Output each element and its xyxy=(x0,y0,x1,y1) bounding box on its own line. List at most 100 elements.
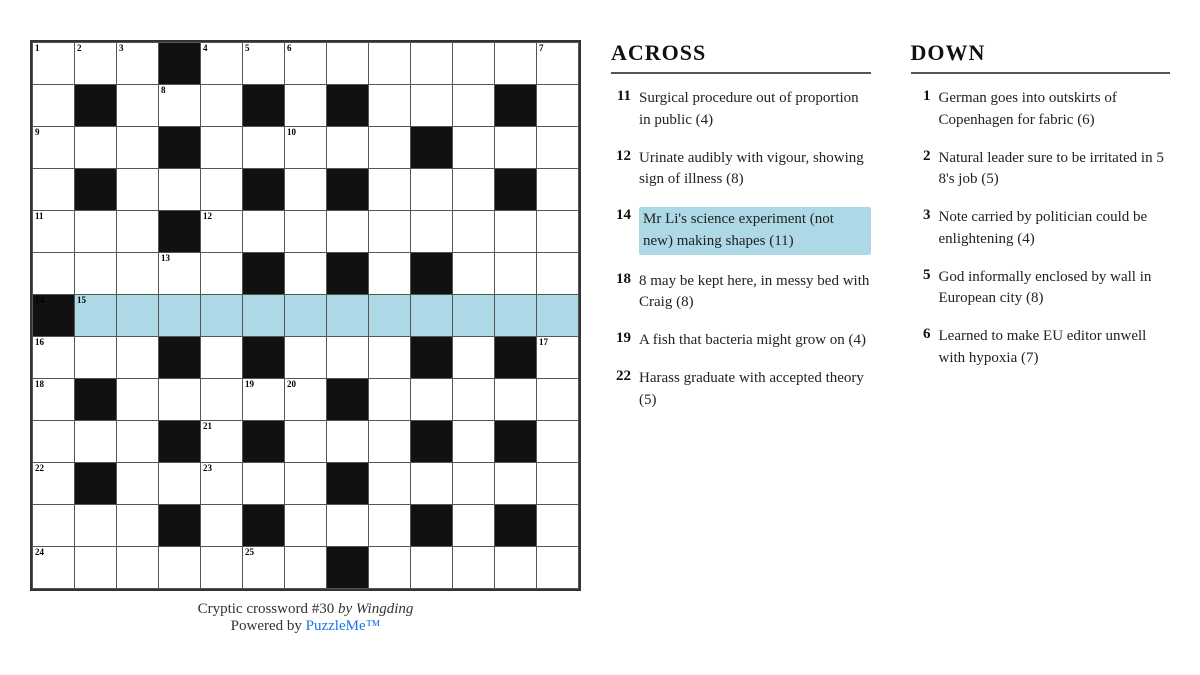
grid-cell[interactable] xyxy=(411,253,453,295)
grid-cell[interactable] xyxy=(117,211,159,253)
grid-cell[interactable] xyxy=(75,505,117,547)
grid-cell[interactable] xyxy=(327,127,369,169)
grid-cell[interactable]: 16 xyxy=(33,337,75,379)
grid-cell[interactable]: 3 xyxy=(117,43,159,85)
grid-cell[interactable] xyxy=(453,169,495,211)
grid-cell[interactable] xyxy=(159,379,201,421)
clue-item[interactable]: 1German goes into outskirts of Copenhage… xyxy=(911,88,1171,132)
grid-cell[interactable] xyxy=(537,463,579,505)
clue-item[interactable]: 12Urinate audibly with vigour, showing s… xyxy=(611,148,871,192)
clue-item[interactable]: 5God informally enclosed by wall in Euro… xyxy=(911,267,1171,311)
grid-cell[interactable] xyxy=(201,85,243,127)
grid-cell[interactable] xyxy=(537,211,579,253)
grid-cell[interactable] xyxy=(327,421,369,463)
grid-cell[interactable] xyxy=(369,169,411,211)
grid-cell[interactable]: 21 xyxy=(201,421,243,463)
grid-cell[interactable]: 17 xyxy=(537,337,579,379)
grid-cell[interactable] xyxy=(33,85,75,127)
grid-cell[interactable] xyxy=(243,169,285,211)
grid-cell[interactable] xyxy=(201,337,243,379)
grid-cell[interactable] xyxy=(117,379,159,421)
grid-cell[interactable] xyxy=(495,337,537,379)
grid-cell[interactable] xyxy=(453,295,495,337)
grid-cell[interactable] xyxy=(243,253,285,295)
grid-cell[interactable] xyxy=(201,295,243,337)
grid-cell[interactable] xyxy=(285,253,327,295)
grid-cell[interactable] xyxy=(285,85,327,127)
grid-cell[interactable] xyxy=(327,43,369,85)
clue-item[interactable]: 11Surgical procedure out of proportion i… xyxy=(611,88,871,132)
grid-cell[interactable] xyxy=(201,127,243,169)
grid-cell[interactable]: 15 xyxy=(75,295,117,337)
grid-cell[interactable] xyxy=(159,547,201,589)
grid-cell[interactable] xyxy=(201,505,243,547)
grid-cell[interactable] xyxy=(33,505,75,547)
grid-cell[interactable]: 22 xyxy=(33,463,75,505)
grid-cell[interactable]: 20 xyxy=(285,379,327,421)
grid-cell[interactable] xyxy=(75,337,117,379)
grid-cell[interactable] xyxy=(411,379,453,421)
grid-cell[interactable] xyxy=(33,253,75,295)
grid-cell[interactable] xyxy=(411,295,453,337)
grid-cell[interactable] xyxy=(201,169,243,211)
grid-cell[interactable]: 23 xyxy=(201,463,243,505)
grid-cell[interactable] xyxy=(75,211,117,253)
grid-cell[interactable]: 8 xyxy=(159,85,201,127)
grid-cell[interactable] xyxy=(411,421,453,463)
grid-cell[interactable]: 5 xyxy=(243,43,285,85)
grid-cell[interactable] xyxy=(285,337,327,379)
grid-cell[interactable] xyxy=(453,505,495,547)
clue-item[interactable]: 19A fish that bacteria might grow on (4) xyxy=(611,330,871,352)
grid-cell[interactable] xyxy=(75,421,117,463)
grid-cell[interactable] xyxy=(369,127,411,169)
grid-cell[interactable] xyxy=(285,505,327,547)
grid-cell[interactable] xyxy=(117,337,159,379)
grid-cell[interactable] xyxy=(411,43,453,85)
grid-cell[interactable] xyxy=(327,295,369,337)
grid-cell[interactable] xyxy=(369,295,411,337)
grid-cell[interactable] xyxy=(411,127,453,169)
grid-cell[interactable]: 6 xyxy=(285,43,327,85)
grid-cell[interactable]: 7 xyxy=(537,43,579,85)
grid-cell[interactable] xyxy=(369,43,411,85)
grid-cell[interactable] xyxy=(327,463,369,505)
grid-cell[interactable] xyxy=(75,169,117,211)
grid-cell[interactable] xyxy=(327,253,369,295)
grid-cell[interactable] xyxy=(285,211,327,253)
grid-cell[interactable] xyxy=(453,211,495,253)
grid-cell[interactable] xyxy=(75,253,117,295)
grid-cell[interactable]: 10 xyxy=(285,127,327,169)
grid-cell[interactable]: 9 xyxy=(33,127,75,169)
grid-cell[interactable] xyxy=(159,127,201,169)
grid-cell[interactable]: 19 xyxy=(243,379,285,421)
grid-cell[interactable] xyxy=(453,463,495,505)
grid-cell[interactable] xyxy=(411,505,453,547)
grid-cell[interactable] xyxy=(495,463,537,505)
grid-cell[interactable] xyxy=(327,379,369,421)
grid-cell[interactable] xyxy=(243,211,285,253)
grid-cell[interactable] xyxy=(369,253,411,295)
grid-cell[interactable] xyxy=(117,505,159,547)
grid-cell[interactable] xyxy=(411,337,453,379)
grid-cell[interactable] xyxy=(495,85,537,127)
grid-cell[interactable] xyxy=(537,505,579,547)
grid-cell[interactable] xyxy=(159,211,201,253)
grid-cell[interactable] xyxy=(117,295,159,337)
grid-cell[interactable] xyxy=(243,127,285,169)
grid-cell[interactable] xyxy=(411,463,453,505)
clue-item[interactable]: 14Mr Li's science experiment (not new) m… xyxy=(611,207,871,255)
grid-cell[interactable] xyxy=(495,211,537,253)
grid-cell[interactable] xyxy=(243,337,285,379)
grid-cell[interactable] xyxy=(159,169,201,211)
grid-cell[interactable] xyxy=(495,379,537,421)
grid-cell[interactable]: 13 xyxy=(159,253,201,295)
grid-cell[interactable] xyxy=(285,169,327,211)
grid-cell[interactable] xyxy=(243,421,285,463)
grid-cell[interactable] xyxy=(243,505,285,547)
puzzleme-link[interactable]: PuzzleMe™ xyxy=(306,618,381,634)
grid-cell[interactable] xyxy=(453,421,495,463)
grid-cell[interactable] xyxy=(159,337,201,379)
grid-cell[interactable] xyxy=(453,85,495,127)
grid-cell[interactable] xyxy=(369,211,411,253)
grid-cell[interactable] xyxy=(495,127,537,169)
